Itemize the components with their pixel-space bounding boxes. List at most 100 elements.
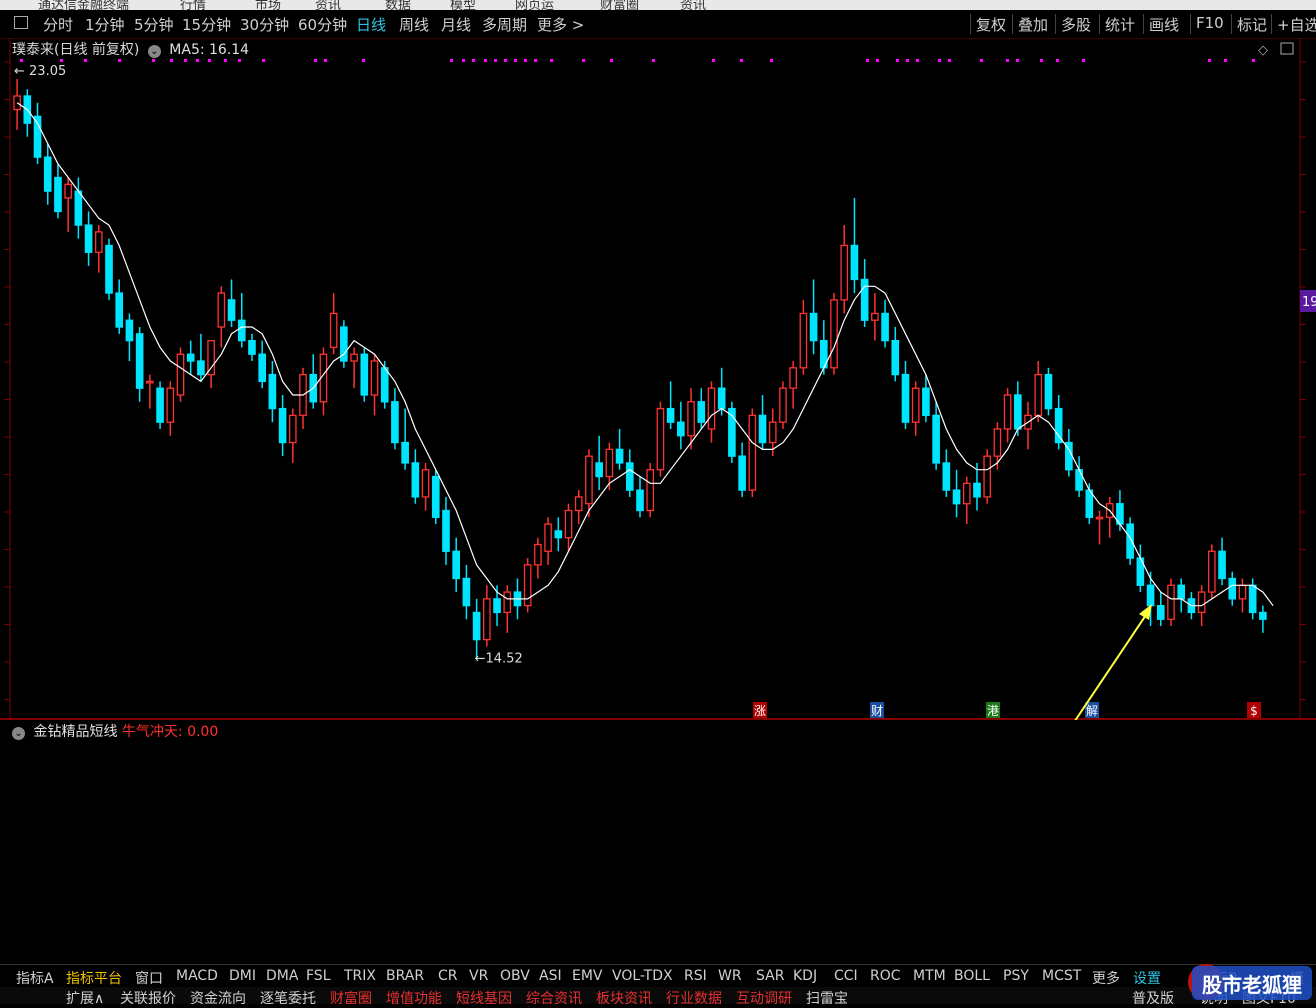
candle-body bbox=[738, 455, 746, 491]
toolbar-separator bbox=[1271, 14, 1272, 34]
period-tab[interactable]: 5分钟 bbox=[134, 14, 174, 35]
candle bbox=[258, 340, 266, 389]
extension-tab[interactable]: 互动调研 bbox=[736, 988, 792, 1004]
candle bbox=[186, 340, 195, 375]
top-menu-item[interactable]: 资讯 bbox=[315, 0, 341, 10]
period-tab[interactable]: 多周期 bbox=[482, 14, 527, 35]
indicator-tab[interactable]: ASI bbox=[539, 968, 562, 984]
ma-toggle-icon[interactable]: ⌄ bbox=[147, 45, 161, 58]
indicator-tab[interactable]: 窗口 bbox=[135, 968, 163, 988]
indicator-tab[interactable]: OBV bbox=[500, 968, 530, 984]
candle bbox=[860, 259, 869, 328]
toolbar-button[interactable]: 多股 bbox=[1061, 14, 1091, 35]
signal-dot bbox=[652, 59, 655, 62]
candle bbox=[146, 374, 154, 409]
extension-tab[interactable]: 普及版 bbox=[1132, 988, 1174, 1004]
period-tab[interactable]: 分时 bbox=[43, 14, 73, 35]
candle-body bbox=[1085, 489, 1094, 518]
indicator-tab[interactable]: 指标A bbox=[16, 968, 54, 988]
extension-tab[interactable]: 资金流向 bbox=[190, 988, 246, 1004]
period-tab[interactable]: 更多 > bbox=[537, 14, 584, 35]
candle bbox=[227, 279, 236, 328]
window-toggle-icon[interactable] bbox=[1280, 42, 1294, 55]
period-tab[interactable]: 日线 bbox=[356, 14, 386, 35]
indicator-tab[interactable]: KDJ bbox=[793, 968, 817, 984]
indicator-tab[interactable]: RSI bbox=[684, 968, 707, 984]
candle bbox=[74, 177, 83, 239]
extension-tab[interactable]: 关联报价 bbox=[120, 988, 176, 1004]
indicator-tab[interactable]: WR bbox=[718, 968, 742, 984]
stock-title: 璞泰来(日线 前复权) bbox=[12, 42, 140, 58]
toolbar-button[interactable]: +自选 bbox=[1277, 14, 1316, 35]
extension-tab[interactable]: 短线基因 bbox=[456, 988, 512, 1004]
candle-body bbox=[64, 183, 72, 199]
diamond-icon[interactable]: ◇ bbox=[1258, 43, 1268, 58]
toolbar-button[interactable]: 画线 bbox=[1149, 14, 1179, 35]
period-tab[interactable]: 30分钟 bbox=[240, 14, 289, 35]
indicator-tab[interactable]: DMA bbox=[266, 968, 298, 984]
indicator-tab[interactable]: EMV bbox=[572, 968, 603, 984]
sub-toggle-icon[interactable]: ⌄ bbox=[12, 727, 25, 740]
top-menu-item[interactable]: 市场 bbox=[255, 0, 281, 10]
extension-tab[interactable]: 财富圈 bbox=[330, 988, 372, 1004]
indicator-tab[interactable]: VOL-TDX bbox=[612, 968, 673, 984]
top-menu-item[interactable]: 财富圈 bbox=[600, 0, 639, 10]
indicator-tab[interactable]: BOLL bbox=[954, 968, 990, 984]
indicator-tab[interactable]: FSL bbox=[306, 968, 331, 984]
candle bbox=[758, 394, 767, 450]
toolbar-button[interactable]: 标记 bbox=[1237, 14, 1267, 35]
indicator-tab[interactable]: VR bbox=[469, 968, 488, 984]
indicator-tab[interactable]: MCST bbox=[1042, 968, 1081, 984]
period-tab[interactable]: 15分钟 bbox=[182, 14, 231, 35]
top-menu-item[interactable]: 通达信金融终端 bbox=[38, 0, 129, 10]
candle bbox=[1177, 578, 1186, 613]
indicator-tab[interactable]: CR bbox=[438, 968, 458, 984]
indicator-tab[interactable]: TRIX bbox=[344, 968, 376, 984]
period-tab[interactable]: 1分钟 bbox=[85, 14, 125, 35]
candle-body bbox=[1248, 584, 1257, 614]
top-menu-item[interactable]: 行情 bbox=[180, 0, 206, 10]
candle bbox=[278, 394, 287, 457]
indicator-tab[interactable]: BRAR bbox=[386, 968, 424, 984]
signal-dot bbox=[484, 59, 487, 62]
candle-body bbox=[860, 278, 869, 321]
extension-tab[interactable]: 综合资讯 bbox=[526, 988, 582, 1004]
toolbar-button[interactable]: 统计 bbox=[1105, 14, 1135, 35]
top-menu-item[interactable]: 模型 bbox=[450, 0, 476, 10]
indicator-tab[interactable]: MACD bbox=[176, 968, 218, 984]
candle-body bbox=[952, 489, 961, 505]
period-tab[interactable]: 周线 bbox=[399, 14, 429, 35]
candle-body bbox=[227, 299, 236, 321]
indicator-tab[interactable]: ROC bbox=[870, 968, 901, 984]
indicator-tab[interactable]: 更多 bbox=[1092, 968, 1120, 988]
indicator-tab[interactable]: SAR bbox=[756, 968, 784, 984]
period-tab[interactable]: 月线 bbox=[441, 14, 471, 35]
top-menu-item[interactable]: 资讯 bbox=[680, 0, 706, 10]
indicator-tab[interactable]: 设置 bbox=[1133, 968, 1161, 988]
signal-dot bbox=[184, 59, 187, 62]
toolbar-button[interactable]: 复权 bbox=[976, 14, 1006, 35]
toolbar-button[interactable]: F10 bbox=[1196, 14, 1224, 32]
toolbar-separator bbox=[1143, 14, 1144, 34]
indicator-tab[interactable]: PSY bbox=[1003, 968, 1029, 984]
indicator-tab[interactable]: MTM bbox=[913, 968, 946, 984]
indicator-tab[interactable]: DMI bbox=[229, 968, 256, 984]
top-menu-item[interactable]: 网页运 bbox=[515, 0, 554, 10]
extension-tab[interactable]: 增值功能 bbox=[386, 988, 442, 1004]
indicator-tab[interactable]: CCI bbox=[834, 968, 858, 984]
extension-tab[interactable]: 板块资讯 bbox=[596, 988, 652, 1004]
high-price-marker: ← 23.05 bbox=[14, 64, 66, 79]
extension-tab[interactable]: 行业数据 bbox=[666, 988, 722, 1004]
toolbar-button[interactable]: 叠加 bbox=[1018, 14, 1048, 35]
window-icon[interactable] bbox=[14, 16, 28, 29]
extension-tab[interactable]: 逐笔委托 bbox=[260, 988, 316, 1004]
kline-chart[interactable]: ◇19← 23.05←14.52涨财港解$2023年12024/01/09/二2… bbox=[0, 38, 1316, 720]
candle-body bbox=[993, 428, 1002, 457]
extension-tab[interactable]: 扫雷宝 bbox=[806, 988, 848, 1004]
candle-body bbox=[523, 564, 532, 607]
extension-tab[interactable]: 扩展∧ bbox=[66, 988, 104, 1004]
top-menu-item[interactable]: 数据 bbox=[385, 0, 411, 10]
candle-body bbox=[483, 598, 491, 641]
indicator-tab[interactable]: 指标平台 bbox=[66, 968, 122, 988]
period-tab[interactable]: 60分钟 bbox=[298, 14, 347, 35]
